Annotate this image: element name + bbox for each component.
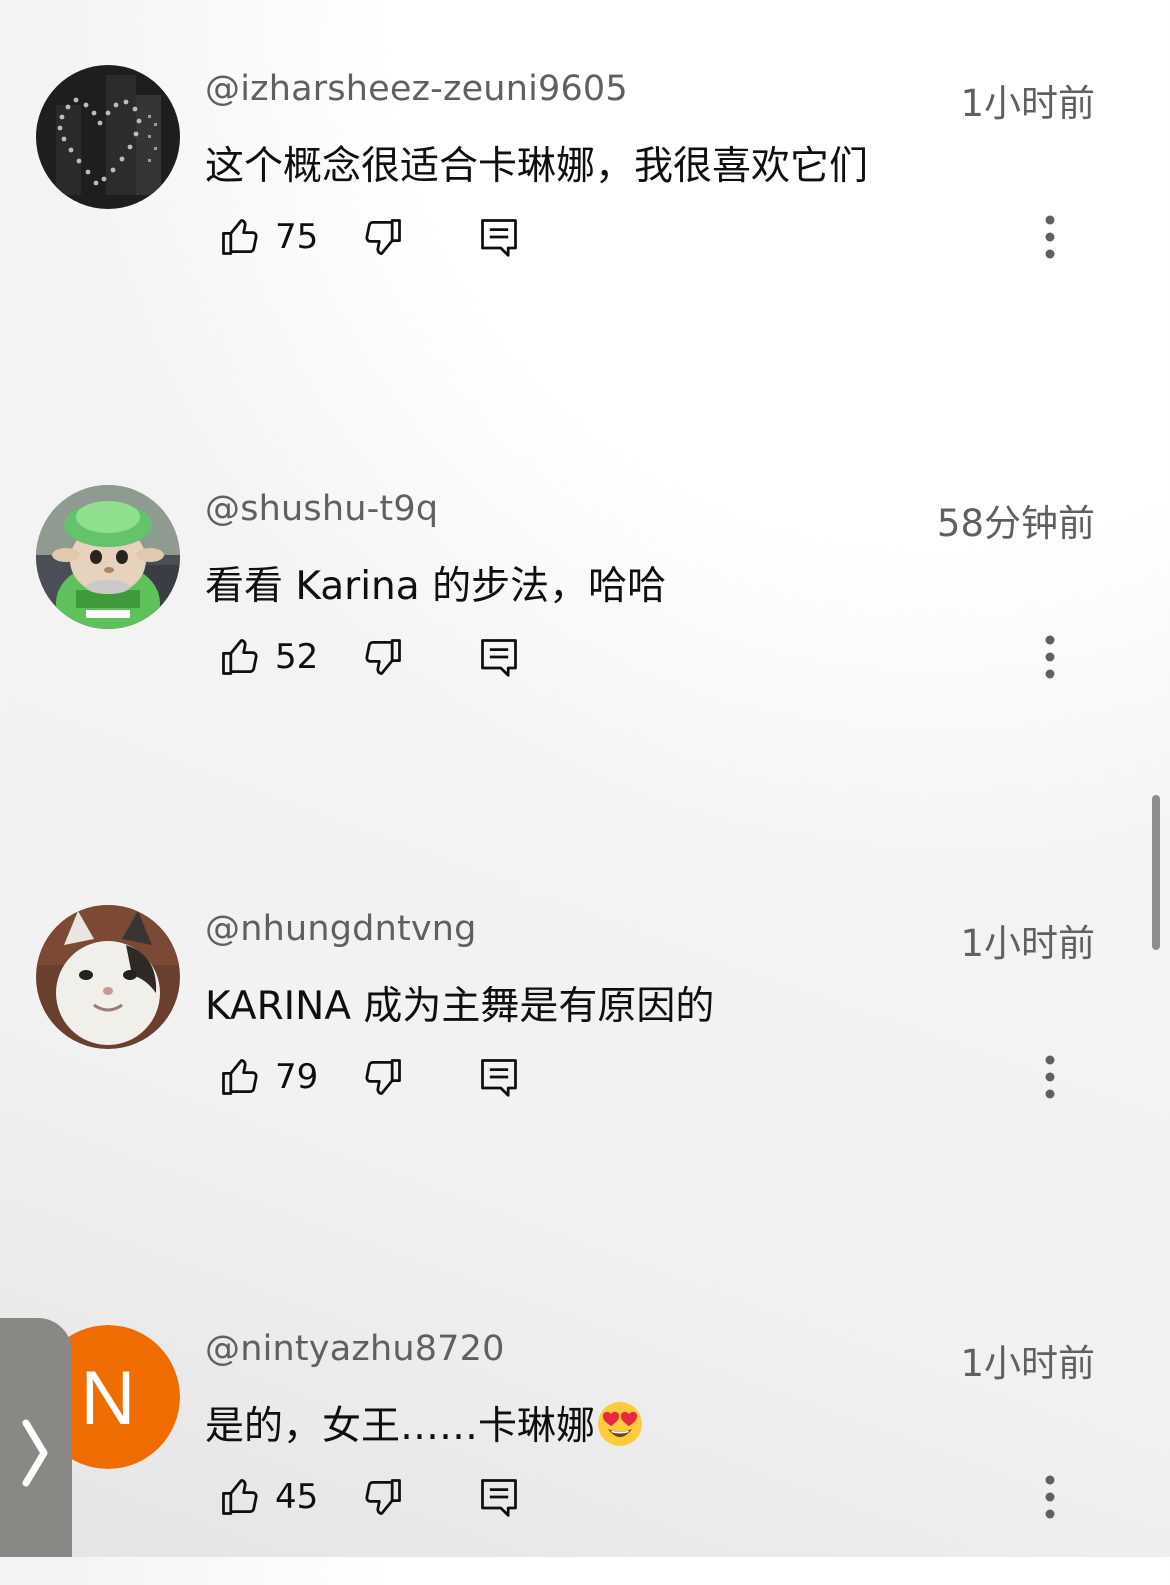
side-panel-tab[interactable] (0, 1318, 72, 1557)
thumbs-up-icon[interactable] (218, 635, 262, 679)
comment-author[interactable]: @shushu-t9q (205, 489, 438, 529)
like-count: 75 (275, 217, 319, 257)
heart-eyes-emoji (598, 1402, 643, 1446)
comment-text: 是的，女王……卡琳娜 (205, 1404, 596, 1449)
comment-actions: 75 (0, 215, 1170, 295)
comment-actions: 79 (0, 1055, 1170, 1135)
comment-item: N @nintyazhu8720 1小时前 是的，女王……卡琳娜 45 (0, 1325, 1170, 1585)
like-count: 52 (275, 637, 319, 677)
avatar[interactable] (36, 485, 180, 629)
like-count: 79 (275, 1057, 319, 1097)
comment-text-row: 是的，女王……卡琳娜 (205, 1395, 643, 1451)
comment-actions: 52 (0, 635, 1170, 715)
comment-author[interactable]: @nhungdntvng (205, 909, 477, 949)
comment-text: 看看 Karina 的步法，哈哈 (205, 564, 667, 609)
reply-icon[interactable] (477, 215, 521, 259)
thumbs-up-icon[interactable] (218, 215, 262, 259)
chevron-right-icon (22, 1419, 48, 1487)
more-vertical-icon[interactable] (1036, 1467, 1064, 1527)
avatar-letter: N (81, 1356, 136, 1441)
comment-actions: 45 (0, 1475, 1170, 1555)
thumbs-down-icon[interactable] (361, 1055, 405, 1099)
comment-time: 1小时前 (960, 1342, 1095, 1385)
more-vertical-icon[interactable] (1036, 627, 1064, 687)
thumbs-down-icon[interactable] (361, 215, 405, 259)
reply-icon[interactable] (477, 1055, 521, 1099)
comment-author[interactable]: @izharsheez-zeuni9605 (205, 69, 628, 109)
more-vertical-icon[interactable] (1036, 1047, 1064, 1107)
reply-icon[interactable] (477, 1475, 521, 1519)
avatar[interactable] (36, 905, 180, 1049)
comment-text: 这个概念很适合卡琳娜，我很喜欢它们 (205, 144, 869, 189)
thumbs-down-icon[interactable] (361, 1475, 405, 1519)
thumbs-down-icon[interactable] (361, 635, 405, 679)
comment-item: @nhungdntvng 1小时前 KARINA 成为主舞是有原因的 79 (0, 905, 1170, 1165)
comment-time: 1小时前 (960, 922, 1095, 965)
comment-time: 1小时前 (960, 82, 1095, 125)
comment-author[interactable]: @nintyazhu8720 (205, 1329, 505, 1369)
comment-time: 58分钟前 (936, 502, 1095, 545)
thumbs-up-icon[interactable] (218, 1055, 262, 1099)
like-count: 45 (275, 1477, 319, 1517)
comment-item: @shushu-t9q 58分钟前 看看 Karina 的步法，哈哈 52 (0, 485, 1170, 745)
scrollbar-thumb[interactable] (1152, 795, 1160, 950)
reply-icon[interactable] (477, 635, 521, 679)
avatar[interactable] (36, 65, 180, 209)
thumbs-up-icon[interactable] (218, 1475, 262, 1519)
comment-text: KARINA 成为主舞是有原因的 (205, 984, 715, 1029)
comment-item: @izharsheez-zeuni9605 1小时前 这个概念很适合卡琳娜，我很… (0, 65, 1170, 325)
more-vertical-icon[interactable] (1036, 207, 1064, 267)
